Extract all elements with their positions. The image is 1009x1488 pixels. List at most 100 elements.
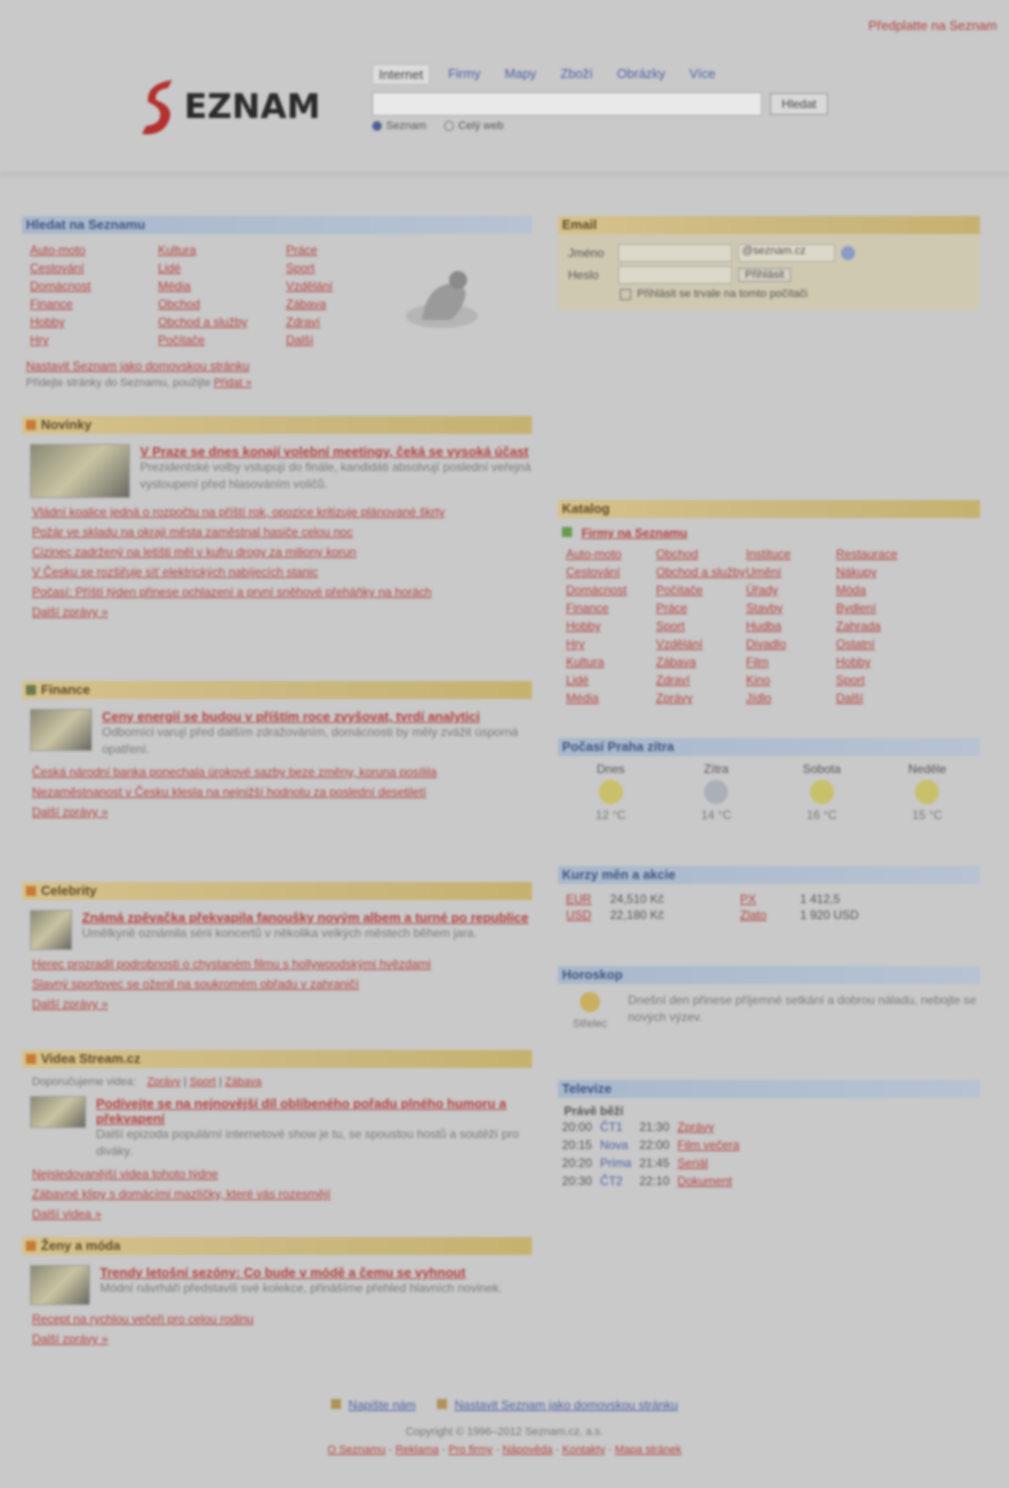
rate-link[interactable]: Zlato <box>740 908 800 922</box>
tv-channel[interactable]: Prima <box>596 1154 635 1172</box>
catalog-link[interactable]: Zprávy <box>656 690 746 707</box>
catalog-link[interactable]: Hudba <box>746 618 836 635</box>
rate-link[interactable]: USD <box>566 908 610 922</box>
rate-link[interactable]: PX <box>740 892 800 906</box>
footer-link[interactable]: Reklama <box>395 1444 438 1456</box>
tv-program[interactable]: Film večera <box>673 1136 743 1154</box>
catalog-link[interactable]: Cestování <box>566 564 656 581</box>
finance-thumb[interactable] <box>30 709 92 751</box>
catalog-link[interactable]: Instituce <box>746 546 836 563</box>
catalog-link[interactable]: Obchod a služby <box>656 564 746 581</box>
category-link[interactable]: Hry <box>30 332 158 349</box>
category-link[interactable]: Média <box>158 278 286 295</box>
finance-lead-link[interactable]: Ceny energií se budou v příštím roce zvy… <box>102 709 532 724</box>
category-link[interactable]: Počítače <box>158 332 286 349</box>
catalog-link[interactable]: Hobby <box>566 618 656 635</box>
search-button[interactable]: Hledat <box>770 93 828 115</box>
category-link[interactable]: Sport <box>286 260 380 277</box>
catalog-link[interactable]: Umění <box>746 564 836 581</box>
catalog-link[interactable]: Kultura <box>566 654 656 671</box>
tv-program[interactable]: Dokument <box>673 1172 743 1190</box>
tab-firmy[interactable]: Firmy <box>442 64 487 85</box>
seznam-logo[interactable]: EZNAM <box>138 74 360 138</box>
tv-channel[interactable]: Nova <box>596 1136 635 1154</box>
footer-link[interactable]: Nápověda <box>502 1444 552 1456</box>
catalog-link[interactable]: Stavby <box>746 600 836 617</box>
catalog-link[interactable]: Jídlo <box>746 690 836 707</box>
catalog-link[interactable]: Obchod <box>656 546 746 563</box>
tab-mapy[interactable]: Mapy <box>499 64 543 85</box>
catalog-link[interactable]: Finance <box>566 600 656 617</box>
category-link[interactable]: Hobby <box>30 314 158 331</box>
tv-program[interactable]: Seriál <box>673 1154 743 1172</box>
tab-vice[interactable]: Více <box>683 64 721 85</box>
category-link[interactable]: Vzdělání <box>286 278 380 295</box>
category-link[interactable]: Auto-moto <box>30 242 158 259</box>
category-link[interactable]: Lidé <box>158 260 286 277</box>
catalog-link[interactable]: Bydlení <box>836 600 926 617</box>
footer-link[interactable]: O Seznamu <box>327 1444 385 1456</box>
video-tab[interactable]: Zprávy <box>147 1076 181 1088</box>
category-link[interactable]: Cestování <box>30 260 158 277</box>
scope-web[interactable]: Celý web <box>444 120 504 132</box>
news-lead-link[interactable]: V Praze se dnes konají volební meetingy,… <box>140 444 532 459</box>
help-icon[interactable] <box>841 246 855 260</box>
finance-more-link[interactable]: Další zprávy » <box>32 804 532 821</box>
catalog-link[interactable]: Vzdělání <box>656 636 746 653</box>
celebrity-thumb[interactable] <box>30 910 72 950</box>
video-item[interactable]: Nejsledovanější videa tohoto týdne <box>32 1166 532 1183</box>
catalog-link[interactable]: Další <box>836 690 926 707</box>
celebrity-more-link[interactable]: Další zprávy » <box>32 996 532 1013</box>
lifestyle-item[interactable]: Recept na rychlou večeři pro celou rodin… <box>32 1311 532 1328</box>
domain-select[interactable]: @seznam.cz <box>738 244 835 262</box>
catalog-link[interactable]: Restaurace <box>836 546 926 563</box>
news-item[interactable]: Počasí: Příští týden přinese ochlazení a… <box>32 584 532 601</box>
lifestyle-lead-link[interactable]: Trendy letošní sezóny: Co bude v módě a … <box>100 1265 502 1280</box>
news-more-link[interactable]: Další zprávy » <box>32 604 532 621</box>
celebrity-lead-link[interactable]: Známá zpěvačka překvapila fanoušky novým… <box>82 910 529 925</box>
catalog-link[interactable]: Ostatní <box>836 636 926 653</box>
footer-contact-link[interactable]: Napište nám <box>348 1398 415 1412</box>
lifestyle-thumb[interactable] <box>30 1265 90 1305</box>
catalog-link[interactable]: Móda <box>836 582 926 599</box>
tab-zbozi[interactable]: Zboží <box>554 64 599 85</box>
video-lead-link[interactable]: Podívejte se na nejnovější díl oblíbenéh… <box>96 1096 532 1126</box>
lifestyle-more-link[interactable]: Další zprávy » <box>32 1331 532 1348</box>
catalog-link[interactable]: Kino <box>746 672 836 689</box>
category-link[interactable]: Obchod <box>158 296 286 313</box>
login-button[interactable]: Přihlásit <box>738 268 792 282</box>
news-thumb[interactable] <box>30 444 130 498</box>
video-thumb[interactable] <box>30 1096 86 1128</box>
footer-homepage-link[interactable]: Nastavit Seznam jako domovskou stránku <box>454 1398 677 1412</box>
news-item[interactable]: Požár ve skladu na okraji města zaměstna… <box>32 524 532 541</box>
footer-link[interactable]: Kontakty <box>562 1444 605 1456</box>
category-link[interactable]: Obchod a služby <box>158 314 286 331</box>
catalog-link[interactable]: Zdraví <box>656 672 746 689</box>
finance-item[interactable]: Česká národní banka ponechala úrokové sa… <box>32 764 532 781</box>
remember-checkbox[interactable] <box>620 288 631 300</box>
catalog-link[interactable]: Divadlo <box>746 636 836 653</box>
catalog-link[interactable]: Nákupy <box>836 564 926 581</box>
catalog-link[interactable]: Práce <box>656 600 746 617</box>
catalog-link[interactable]: Počítače <box>656 582 746 599</box>
news-item[interactable]: Cizinec zadržený na letišti měl v kufru … <box>32 544 532 561</box>
login-input[interactable] <box>618 244 732 262</box>
category-link[interactable]: Finance <box>30 296 158 313</box>
catalog-link[interactable]: Úřady <box>746 582 836 599</box>
catalog-subtitle[interactable]: Firmy na Seznamu <box>581 526 687 540</box>
footer-link[interactable]: Mapa stránek <box>615 1444 682 1456</box>
catalog-link[interactable]: Hobby <box>836 654 926 671</box>
footer-link[interactable]: Pro firmy <box>449 1444 493 1456</box>
tv-channel[interactable]: ČT2 <box>596 1172 635 1190</box>
news-item[interactable]: V Česku se rozšiřuje síť elektrických na… <box>32 564 532 581</box>
catalog-link[interactable]: Média <box>566 690 656 707</box>
category-link[interactable]: Kultura <box>158 242 286 259</box>
add-pages-link[interactable]: Přidat » <box>214 377 252 389</box>
tab-internet[interactable]: Internet <box>372 64 431 85</box>
password-input[interactable] <box>618 266 732 284</box>
top-right-link[interactable]: Předplatte na Seznam <box>868 18 997 33</box>
finance-item[interactable]: Nezaměstnanost v Česku klesla na nejnižš… <box>32 784 532 801</box>
video-item[interactable]: Zábavné klipy s domácími mazlíčky, které… <box>32 1186 532 1203</box>
tv-program[interactable]: Zprávy <box>673 1118 743 1136</box>
video-more-link[interactable]: Další videa » <box>32 1206 532 1223</box>
